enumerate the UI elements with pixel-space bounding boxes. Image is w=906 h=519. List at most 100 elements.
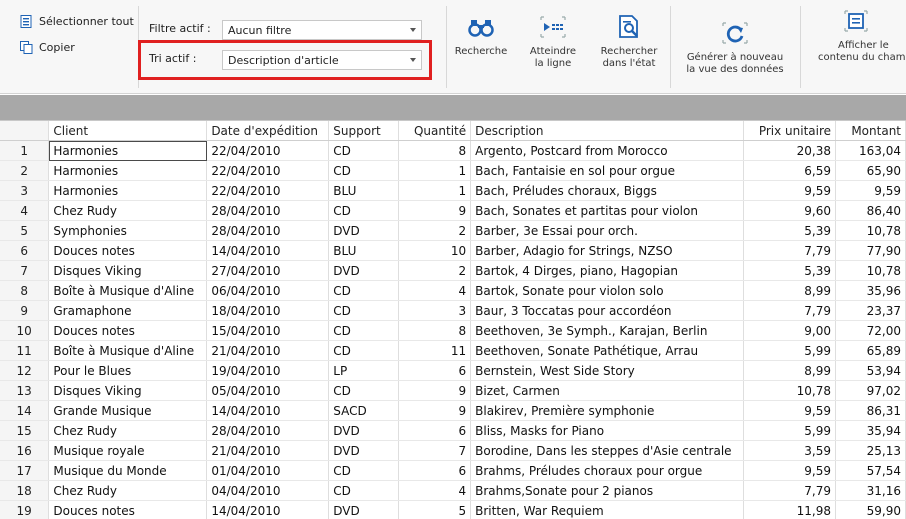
amount-cell[interactable]: 77,90 bbox=[836, 241, 906, 261]
client-cell[interactable]: Pour le Blues bbox=[49, 361, 207, 381]
quantity-cell[interactable]: 6 bbox=[399, 361, 471, 381]
ship-date-cell[interactable]: 19/04/2010 bbox=[207, 361, 329, 381]
table-row[interactable]: 18Chez Rudy04/04/2010CD4Brahms,Sonate po… bbox=[0, 481, 906, 501]
unit-price-cell[interactable]: 9,60 bbox=[744, 201, 836, 221]
description-cell[interactable]: Barber, Adagio for Strings, NZSO bbox=[471, 241, 744, 261]
ship-date-cell[interactable]: 28/04/2010 bbox=[207, 421, 329, 441]
amount-cell[interactable]: 9,59 bbox=[836, 181, 906, 201]
table-row[interactable]: 16Musique royale21/04/2010DVD7Borodine, … bbox=[0, 441, 906, 461]
media-cell[interactable]: DVD bbox=[329, 501, 399, 519]
column-header-ship-date[interactable]: Date d'expédition bbox=[207, 121, 329, 141]
amount-cell[interactable]: 35,94 bbox=[836, 421, 906, 441]
quantity-cell[interactable]: 8 bbox=[399, 141, 471, 161]
ship-date-cell[interactable]: 14/04/2010 bbox=[207, 401, 329, 421]
amount-cell[interactable]: 97,02 bbox=[836, 381, 906, 401]
description-cell[interactable]: Bartok, 4 Dirges, piano, Hagopian bbox=[471, 261, 744, 281]
description-cell[interactable]: Beethoven, Sonate Pathétique, Arrau bbox=[471, 341, 744, 361]
amount-cell[interactable]: 59,90 bbox=[836, 501, 906, 519]
amount-cell[interactable]: 10,78 bbox=[836, 261, 906, 281]
description-cell[interactable]: Bach, Fantaisie en sol pour orgue bbox=[471, 161, 744, 181]
media-cell[interactable]: BLU bbox=[329, 181, 399, 201]
search-in-report-button[interactable]: Rechercher dans l'état bbox=[592, 6, 666, 88]
table-row[interactable]: 19Douces notes14/04/2010DVD5Britten, War… bbox=[0, 501, 906, 519]
media-cell[interactable]: CD bbox=[329, 141, 399, 161]
quantity-cell[interactable]: 3 bbox=[399, 301, 471, 321]
unit-price-cell[interactable]: 3,59 bbox=[744, 441, 836, 461]
unit-price-cell[interactable]: 7,79 bbox=[744, 481, 836, 501]
media-cell[interactable]: SACD bbox=[329, 401, 399, 421]
client-cell[interactable]: Douces notes bbox=[49, 501, 207, 519]
client-cell[interactable]: Harmonies bbox=[49, 161, 207, 181]
quantity-cell[interactable]: 9 bbox=[399, 401, 471, 421]
ship-date-cell[interactable]: 01/04/2010 bbox=[207, 461, 329, 481]
quantity-cell[interactable]: 10 bbox=[399, 241, 471, 261]
description-cell[interactable]: Bernstein, West Side Story bbox=[471, 361, 744, 381]
quantity-cell[interactable]: 1 bbox=[399, 161, 471, 181]
quantity-cell[interactable]: 4 bbox=[399, 281, 471, 301]
amount-cell[interactable]: 25,13 bbox=[836, 441, 906, 461]
client-cell[interactable]: Harmonies bbox=[49, 141, 207, 161]
client-cell[interactable]: Musique royale bbox=[49, 441, 207, 461]
table-row[interactable]: 6Douces notes14/04/2010BLU10Barber, Adag… bbox=[0, 241, 906, 261]
quantity-cell[interactable]: 11 bbox=[399, 341, 471, 361]
column-header-client[interactable]: Client bbox=[49, 121, 207, 141]
quantity-cell[interactable]: 9 bbox=[399, 381, 471, 401]
unit-price-cell[interactable]: 6,59 bbox=[744, 161, 836, 181]
media-cell[interactable]: CD bbox=[329, 201, 399, 221]
media-cell[interactable]: BLU bbox=[329, 241, 399, 261]
description-cell[interactable]: Britten, War Requiem bbox=[471, 501, 744, 519]
table-row[interactable]: 5Symphonies28/04/2010DVD2Barber, 3e Essa… bbox=[0, 221, 906, 241]
table-row[interactable]: 12Pour le Blues19/04/2010LP6Bernstein, W… bbox=[0, 361, 906, 381]
description-cell[interactable]: Bizet, Carmen bbox=[471, 381, 744, 401]
table-row[interactable]: 17Musique du Monde01/04/2010CD6Brahms, P… bbox=[0, 461, 906, 481]
client-cell[interactable]: Symphonies bbox=[49, 221, 207, 241]
unit-price-cell[interactable]: 5,99 bbox=[744, 421, 836, 441]
column-header-quantity[interactable]: Quantité bbox=[399, 121, 471, 141]
unit-price-cell[interactable]: 11,98 bbox=[744, 501, 836, 519]
table-row[interactable]: 8Boîte à Musique d'Aline06/04/2010CD4Bar… bbox=[0, 281, 906, 301]
unit-price-cell[interactable]: 5,99 bbox=[744, 341, 836, 361]
amount-cell[interactable]: 163,04 bbox=[836, 141, 906, 161]
media-cell[interactable]: CD bbox=[329, 481, 399, 501]
ship-date-cell[interactable]: 06/04/2010 bbox=[207, 281, 329, 301]
description-cell[interactable]: Blakirev, Première symphonie bbox=[471, 401, 744, 421]
client-cell[interactable]: Disques Viking bbox=[49, 381, 207, 401]
column-header-amount[interactable]: Montant bbox=[836, 121, 906, 141]
table-row[interactable]: 11Boîte à Musique d'Aline21/04/2010CD11B… bbox=[0, 341, 906, 361]
ship-date-cell[interactable]: 28/04/2010 bbox=[207, 221, 329, 241]
select-all-button[interactable]: Sélectionner tout bbox=[20, 12, 134, 30]
table-row[interactable]: 4Chez Rudy28/04/2010CD9Bach, Sonates et … bbox=[0, 201, 906, 221]
amount-cell[interactable]: 65,89 bbox=[836, 341, 906, 361]
media-cell[interactable]: CD bbox=[329, 161, 399, 181]
ship-date-cell[interactable]: 21/04/2010 bbox=[207, 341, 329, 361]
description-cell[interactable]: Bartok, Sonate pour violon solo bbox=[471, 281, 744, 301]
description-cell[interactable]: Barber, 3e Essai pour orch. bbox=[471, 221, 744, 241]
amount-cell[interactable]: 57,54 bbox=[836, 461, 906, 481]
ship-date-cell[interactable]: 28/04/2010 bbox=[207, 201, 329, 221]
client-cell[interactable]: Grande Musique bbox=[49, 401, 207, 421]
client-cell[interactable]: Gramaphone bbox=[49, 301, 207, 321]
description-cell[interactable]: Bach, Préludes choraux, Biggs bbox=[471, 181, 744, 201]
media-cell[interactable]: DVD bbox=[329, 221, 399, 241]
quantity-cell[interactable]: 9 bbox=[399, 201, 471, 221]
amount-cell[interactable]: 86,40 bbox=[836, 201, 906, 221]
table-row[interactable]: 13Disques Viking05/04/2010CD9Bizet, Carm… bbox=[0, 381, 906, 401]
quantity-cell[interactable]: 7 bbox=[399, 441, 471, 461]
client-cell[interactable]: Douces notes bbox=[49, 321, 207, 341]
show-field-content-button[interactable]: Afficher le contenu du champ bbox=[814, 6, 906, 88]
quantity-cell[interactable]: 4 bbox=[399, 481, 471, 501]
table-row[interactable]: 2Harmonies22/04/2010CD1Bach, Fantaisie e… bbox=[0, 161, 906, 181]
ship-date-cell[interactable]: 14/04/2010 bbox=[207, 241, 329, 261]
media-cell[interactable]: CD bbox=[329, 341, 399, 361]
quantity-cell[interactable]: 1 bbox=[399, 181, 471, 201]
data-grid[interactable]: Client Date d'expédition Support Quantit… bbox=[0, 120, 906, 519]
amount-cell[interactable]: 10,78 bbox=[836, 221, 906, 241]
table-row[interactable]: 15Chez Rudy28/04/2010DVD6Bliss, Masks fo… bbox=[0, 421, 906, 441]
unit-price-cell[interactable]: 8,99 bbox=[744, 361, 836, 381]
ship-date-cell[interactable]: 27/04/2010 bbox=[207, 261, 329, 281]
media-cell[interactable]: DVD bbox=[329, 261, 399, 281]
description-cell[interactable]: Baur, 3 Toccatas pour accordéon bbox=[471, 301, 744, 321]
media-cell[interactable]: DVD bbox=[329, 421, 399, 441]
column-header-media[interactable]: Support bbox=[329, 121, 399, 141]
quantity-cell[interactable]: 2 bbox=[399, 261, 471, 281]
